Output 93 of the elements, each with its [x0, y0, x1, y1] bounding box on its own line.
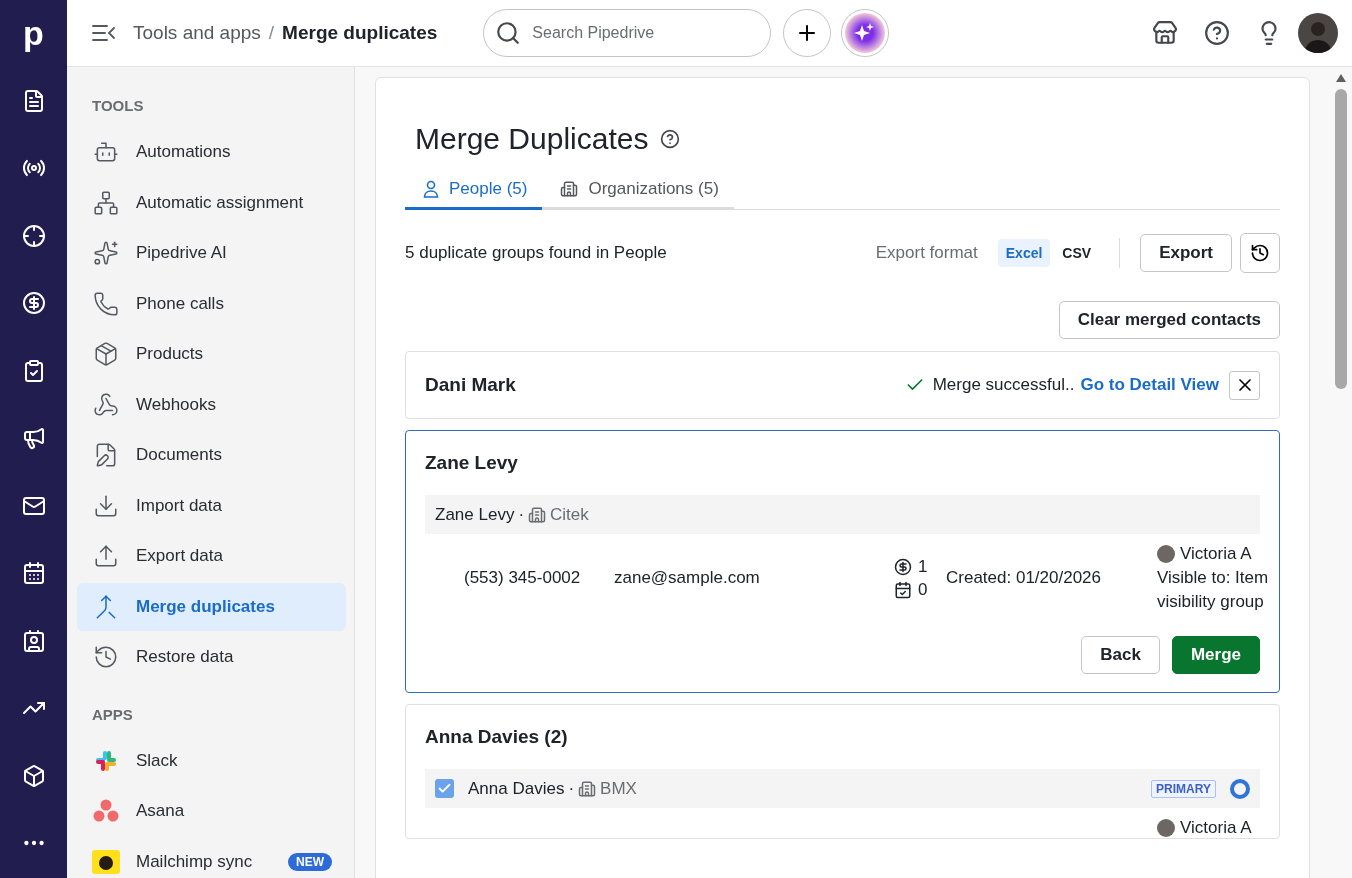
primary-radio[interactable]: [1230, 778, 1250, 799]
owner-name: Victoria A: [1180, 818, 1252, 838]
search-icon: [495, 20, 522, 46]
visibility-text: Visible to: Item: [1157, 568, 1269, 588]
visibility-text: visibility group: [1157, 592, 1265, 612]
owner-name: Victoria A: [1180, 544, 1252, 564]
search-field[interactable]: Search Pipedrive: [483, 9, 772, 57]
sidebar-item[interactable]: Import data: [77, 481, 346, 530]
close-button[interactable]: [1229, 370, 1260, 400]
scrollbar-thumb[interactable]: [1335, 89, 1347, 389]
info-icon[interactable]: [660, 129, 681, 149]
group-name: Dani Mark: [425, 374, 516, 396]
network-icon: [93, 189, 119, 216]
webhook-icon: [93, 391, 119, 418]
clear-merged-button[interactable]: Clear merged contacts: [1058, 301, 1280, 339]
dollar-icon[interactable]: [21, 291, 46, 316]
tab[interactable]: People (5): [405, 170, 543, 210]
tab[interactable]: Organizations (5): [542, 170, 734, 210]
group-name: Anna Davies (2): [425, 726, 568, 748]
building-icon: [528, 505, 547, 524]
store-icon[interactable]: [1152, 20, 1178, 46]
primary-label: PRIMARY: [1151, 779, 1216, 798]
building-icon: [560, 179, 579, 198]
dollar-icon: [894, 557, 912, 576]
sidebar-item[interactable]: Documents: [77, 431, 346, 479]
person-icon: [423, 179, 439, 198]
package-icon: [93, 341, 119, 367]
page-title: Merge Duplicates: [415, 122, 649, 156]
history-button[interactable]: [1240, 233, 1280, 273]
export-format-label: Export format: [875, 243, 978, 263]
created-date: Created: 01/20/2026: [946, 568, 1102, 588]
phone-icon: [93, 290, 119, 317]
breadcrumb-separator: /: [268, 22, 275, 44]
sidebar-item[interactable]: Export data: [77, 532, 346, 580]
sidebar-item[interactable]: Phone calls: [77, 279, 346, 328]
separator-dot: ·: [568, 778, 575, 799]
history-icon: [93, 644, 119, 670]
separator-dot: ·: [518, 504, 525, 525]
slack-logo-icon: [94, 748, 118, 773]
megaphone-icon[interactable]: [21, 426, 46, 451]
organization-name: BMX: [600, 778, 637, 799]
scroll-up-arrow-icon[interactable]: [1335, 73, 1347, 83]
sidebar-item[interactable]: Automatic assignment: [77, 178, 346, 227]
owner-avatar: [1157, 819, 1175, 837]
brand-logo[interactable]: p: [0, 0, 67, 67]
sidebar-heading: APPS: [91, 705, 134, 723]
breadcrumb-item[interactable]: Tools and apps: [133, 22, 261, 44]
mailchimp-logo-icon: [92, 849, 120, 874]
format-option[interactable]: CSV: [1054, 239, 1100, 267]
record-name: Anna Davies: [468, 778, 565, 799]
sidebar-item[interactable]: Asana: [77, 787, 346, 835]
calendar-icon: [894, 580, 912, 599]
building-icon: [578, 779, 597, 798]
sidebar-item[interactable]: Slack: [77, 736, 346, 785]
sidebar-item[interactable]: Merge duplicates: [77, 582, 346, 631]
format-option[interactable]: Excel: [997, 239, 1051, 267]
organization-name: Citek: [550, 504, 589, 525]
user-avatar[interactable]: [1298, 13, 1338, 53]
box-icon[interactable]: [21, 763, 46, 788]
detail-view-link[interactable]: Go to Detail View: [1080, 375, 1219, 395]
owner-avatar: [1157, 545, 1175, 563]
ai-assistant-button[interactable]: [841, 9, 890, 57]
breadcrumb-item: Merge duplicates: [282, 22, 438, 44]
group-name: Zane Levy: [425, 452, 518, 474]
record-checkbox[interactable]: [435, 779, 454, 798]
summary-text: 5 duplicate groups found in People: [405, 243, 667, 263]
activity-count: 0: [918, 579, 928, 600]
new-badge: NEW: [288, 852, 332, 871]
record-name: Zane Levy: [435, 504, 515, 525]
sidebar-item[interactable]: Restore data: [77, 633, 346, 681]
asana-logo-icon: [93, 799, 119, 823]
success-message: Merge successful..: [932, 375, 1075, 395]
back-button[interactable]: Back: [1081, 636, 1160, 674]
email-text: zane@sample.com: [614, 568, 761, 588]
sparkles-icon: [93, 240, 119, 266]
calendar-icon[interactable]: [21, 561, 46, 586]
export-button[interactable]: Export: [1140, 234, 1232, 272]
sidebar-item[interactable]: Automations: [77, 128, 346, 176]
sidebar-item[interactable]: Mailchimp sync NEW: [77, 837, 346, 878]
sidebar-heading: TOOLS: [91, 97, 145, 114]
history-icon: [1250, 243, 1270, 263]
sidebar-item[interactable]: Webhooks: [77, 380, 346, 429]
help-icon[interactable]: [1204, 20, 1230, 46]
target-icon[interactable]: [21, 223, 46, 248]
deal-count: 1: [918, 556, 928, 577]
merge-button[interactable]: Merge: [1171, 636, 1260, 674]
add-button[interactable]: [783, 9, 832, 57]
sidebar-item[interactable]: Pipedrive AI: [77, 229, 346, 277]
sidebar-item[interactable]: Products: [77, 330, 346, 378]
collapse-menu-icon[interactable]: [91, 23, 117, 43]
upload-icon: [93, 543, 119, 569]
contact-card-icon[interactable]: [21, 628, 46, 653]
phone-text: (553) 345-0002: [464, 568, 582, 588]
